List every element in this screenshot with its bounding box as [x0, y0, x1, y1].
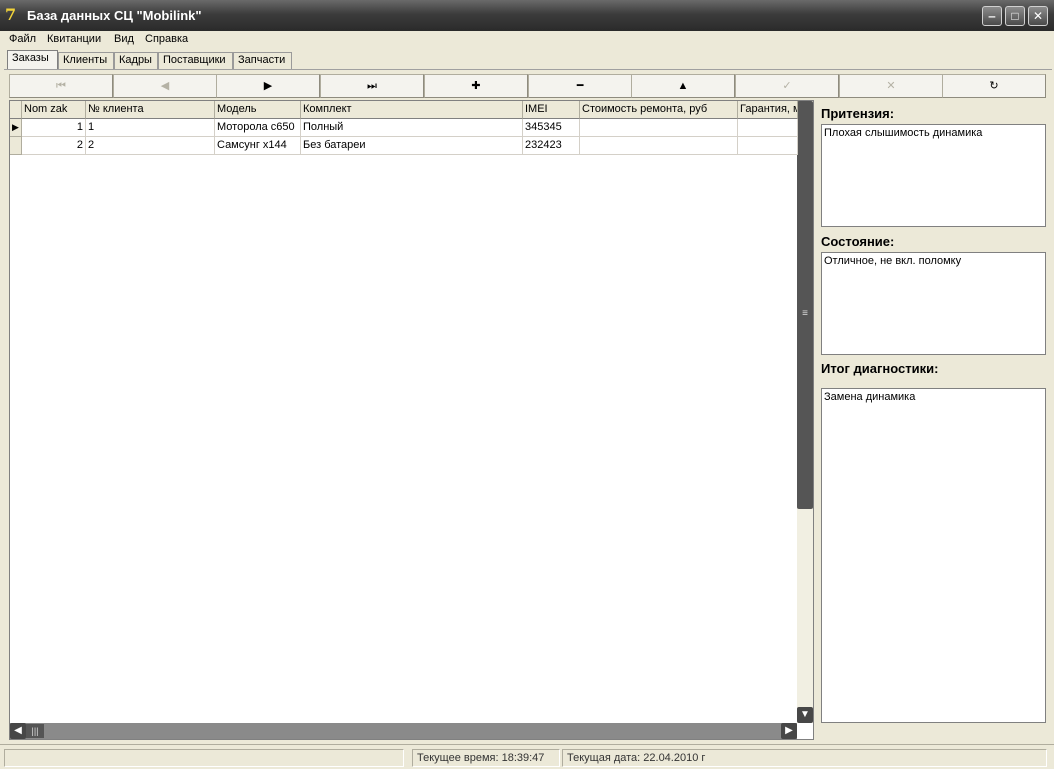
vertical-scroll-thumb[interactable]: ≡ — [797, 101, 813, 509]
cancel-edit-button[interactable]: ✕ — [839, 74, 943, 98]
tab-orders[interactable]: Заказы — [7, 50, 58, 70]
last-record-icon: ⏭ — [367, 80, 377, 92]
close-button[interactable]: ✕ — [1028, 6, 1048, 26]
post-edit-icon: ✓ — [782, 80, 792, 92]
record-navigator: ⏮ ◀ ▶ ⏭ ✚ ━ ▲ ✓ ✕ ↻ — [9, 74, 1046, 98]
column-header[interactable]: Комплект — [301, 101, 523, 119]
table-cell[interactable]: Без батареи — [301, 137, 523, 155]
table-cell[interactable]: 232423 — [523, 137, 580, 155]
status-date: Текущая дата: 22.04.2010 г — [562, 749, 1047, 767]
refresh-data-button[interactable]: ↻ — [942, 74, 1046, 98]
column-header[interactable]: Nom zak — [22, 101, 86, 119]
horizontal-scroll-thumb[interactable]: ||| — [26, 724, 44, 738]
status-time: Текущее время: 18:39:47 — [412, 749, 560, 767]
next-record-button[interactable]: ▶ — [216, 74, 320, 98]
grip-icon: ≡ — [802, 308, 808, 319]
title-bar[interactable]: 7 База данных СЦ "Mobilink" ‒ □ ✕ — [0, 0, 1054, 31]
table-cell[interactable]: 1 — [22, 119, 86, 137]
table-cell[interactable] — [738, 137, 798, 155]
table-cell[interactable]: 345345 — [523, 119, 580, 137]
last-record-button[interactable]: ⏭ — [320, 74, 424, 98]
table-cell[interactable]: Полный — [301, 119, 523, 137]
table-cell[interactable] — [580, 119, 738, 137]
scroll-left-icon[interactable]: ◀ — [10, 723, 26, 739]
window-title: База данных СЦ "Mobilink" — [27, 8, 202, 23]
cancel-edit-icon: ✕ — [886, 80, 896, 92]
scroll-down-icon[interactable]: ▼ — [797, 707, 813, 723]
condition-field[interactable]: Отличное, не вкл. поломку — [821, 252, 1046, 355]
column-header[interactable]: Стоимость ремонта, руб — [580, 101, 738, 119]
status-bar: Текущее время: 18:39:47 Текущая дата: 22… — [0, 744, 1054, 769]
prior-record-button[interactable]: ◀ — [113, 74, 217, 98]
table-cell[interactable]: 1 — [86, 119, 215, 137]
delete-record-icon: ━ — [576, 80, 584, 92]
column-header[interactable]: Модель — [215, 101, 301, 119]
menu-view[interactable]: Вид — [114, 33, 134, 45]
first-record-button[interactable]: ⏮ — [9, 74, 113, 98]
refresh-data-icon: ↻ — [989, 80, 999, 92]
claims-label: Притензия: — [820, 103, 1046, 125]
menu-bar: Файл Квитанции Вид Справка — [0, 31, 1054, 49]
horizontal-scrollbar[interactable]: ◀ ||| ▶ — [10, 723, 797, 739]
edit-record-button[interactable]: ▲ — [631, 74, 735, 98]
edit-record-icon: ▲ — [677, 80, 689, 92]
first-record-icon: ⏮ — [56, 80, 66, 92]
tab-staff[interactable]: Кадры — [114, 52, 158, 69]
post-edit-button[interactable]: ✓ — [735, 74, 839, 98]
column-header[interactable]: IMEI — [523, 101, 580, 119]
column-header[interactable]: Гарантия, м — [738, 101, 798, 119]
tab-divider — [4, 69, 1052, 70]
delete-record-button[interactable]: ━ — [528, 74, 632, 98]
menu-receipts[interactable]: Квитанции — [47, 33, 101, 45]
vertical-scrollbar[interactable]: ≡ ▼ — [797, 101, 813, 723]
insert-record-icon: ✚ — [471, 80, 481, 92]
claims-field[interactable]: Плохая слышимость динамика — [821, 124, 1046, 227]
minimize-button[interactable]: ‒ — [982, 6, 1002, 26]
diagnostics-label: Итог диагностики: — [820, 359, 1046, 387]
condition-label: Состояние: — [820, 231, 1046, 253]
status-segment-empty — [4, 749, 404, 767]
diagnostics-field[interactable]: Замена динамика — [821, 388, 1046, 723]
table-cell[interactable]: 2 — [86, 137, 215, 155]
tab-clients[interactable]: Клиенты — [58, 52, 114, 69]
table-cell[interactable]: Моторола с650 — [215, 119, 301, 137]
row-indicator[interactable]: ▶ — [10, 119, 22, 137]
prior-record-icon: ◀ — [160, 80, 170, 92]
next-record-icon: ▶ — [263, 80, 273, 92]
menu-help[interactable]: Справка — [145, 33, 188, 45]
table-cell[interactable]: 2 — [22, 137, 86, 155]
app-icon: 7 — [5, 5, 17, 24]
table-cell[interactable] — [738, 119, 798, 137]
table-cell[interactable]: Самсунг х144 — [215, 137, 301, 155]
table-cell[interactable] — [580, 137, 738, 155]
header-indicator — [10, 101, 22, 119]
tab-parts[interactable]: Запчасти — [233, 52, 292, 69]
tab-suppliers[interactable]: Поставщики — [158, 52, 233, 69]
orders-grid[interactable]: ≡ ▼ ◀ ||| ▶ Nom zak № клиента Модель Компле… — [9, 100, 814, 740]
row-indicator[interactable] — [10, 137, 22, 155]
menu-file[interactable]: Файл — [9, 33, 36, 45]
current-row-icon: ▶ — [12, 122, 19, 132]
maximize-button[interactable]: □ — [1005, 6, 1025, 26]
main-window: 7 База данных СЦ "Mobilink" ‒ □ ✕ Файл К… — [0, 0, 1054, 769]
column-header[interactable]: № клиента — [86, 101, 215, 119]
scroll-right-icon[interactable]: ▶ — [781, 723, 797, 739]
insert-record-button[interactable]: ✚ — [424, 74, 528, 98]
